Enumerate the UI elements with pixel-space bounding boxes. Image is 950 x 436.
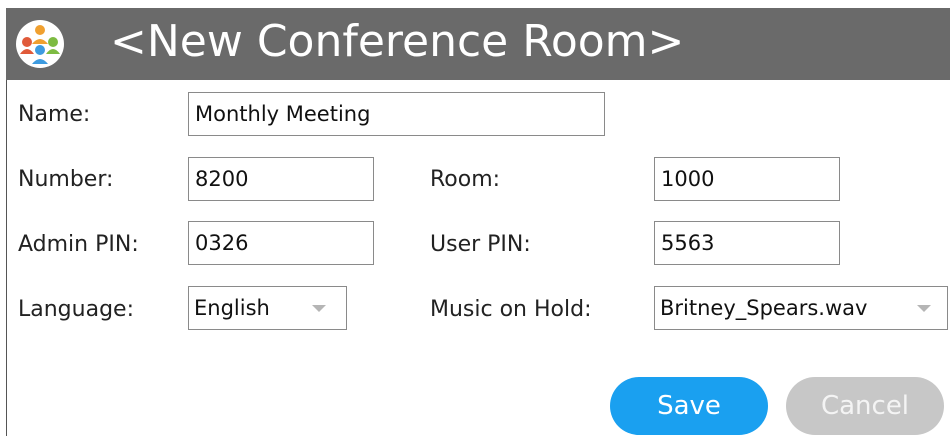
name-label: Name:: [18, 102, 91, 127]
cancel-button[interactable]: Cancel: [786, 377, 944, 435]
admin-pin-field[interactable]: [188, 221, 374, 265]
number-field[interactable]: [188, 157, 374, 201]
conference-group-icon: [16, 20, 64, 68]
music-on-hold-select-value: Britney_Spears.wav: [660, 296, 868, 320]
language-select[interactable]: English: [188, 286, 347, 330]
title-bar: <New Conference Room>: [6, 8, 950, 80]
music-on-hold-select[interactable]: Britney_Spears.wav: [654, 286, 948, 330]
name-field[interactable]: [188, 92, 605, 136]
dialog-left-border: [6, 80, 7, 436]
page-title: <New Conference Room>: [110, 16, 685, 67]
user-pin-field[interactable]: [654, 221, 840, 265]
chevron-down-icon: [917, 305, 931, 312]
language-select-value: English: [194, 296, 270, 320]
room-label: Room:: [430, 167, 501, 192]
admin-pin-label: Admin PIN:: [18, 232, 139, 257]
user-pin-label: User PIN:: [430, 232, 531, 257]
save-button[interactable]: Save: [610, 377, 768, 435]
chevron-down-icon: [312, 305, 326, 312]
language-label: Language:: [18, 297, 134, 322]
number-label: Number:: [18, 167, 114, 192]
music-on-hold-label: Music on Hold:: [430, 297, 592, 322]
conference-room-dialog: <New Conference Room> Name: Number: Room…: [0, 0, 950, 436]
room-field[interactable]: [654, 157, 840, 201]
